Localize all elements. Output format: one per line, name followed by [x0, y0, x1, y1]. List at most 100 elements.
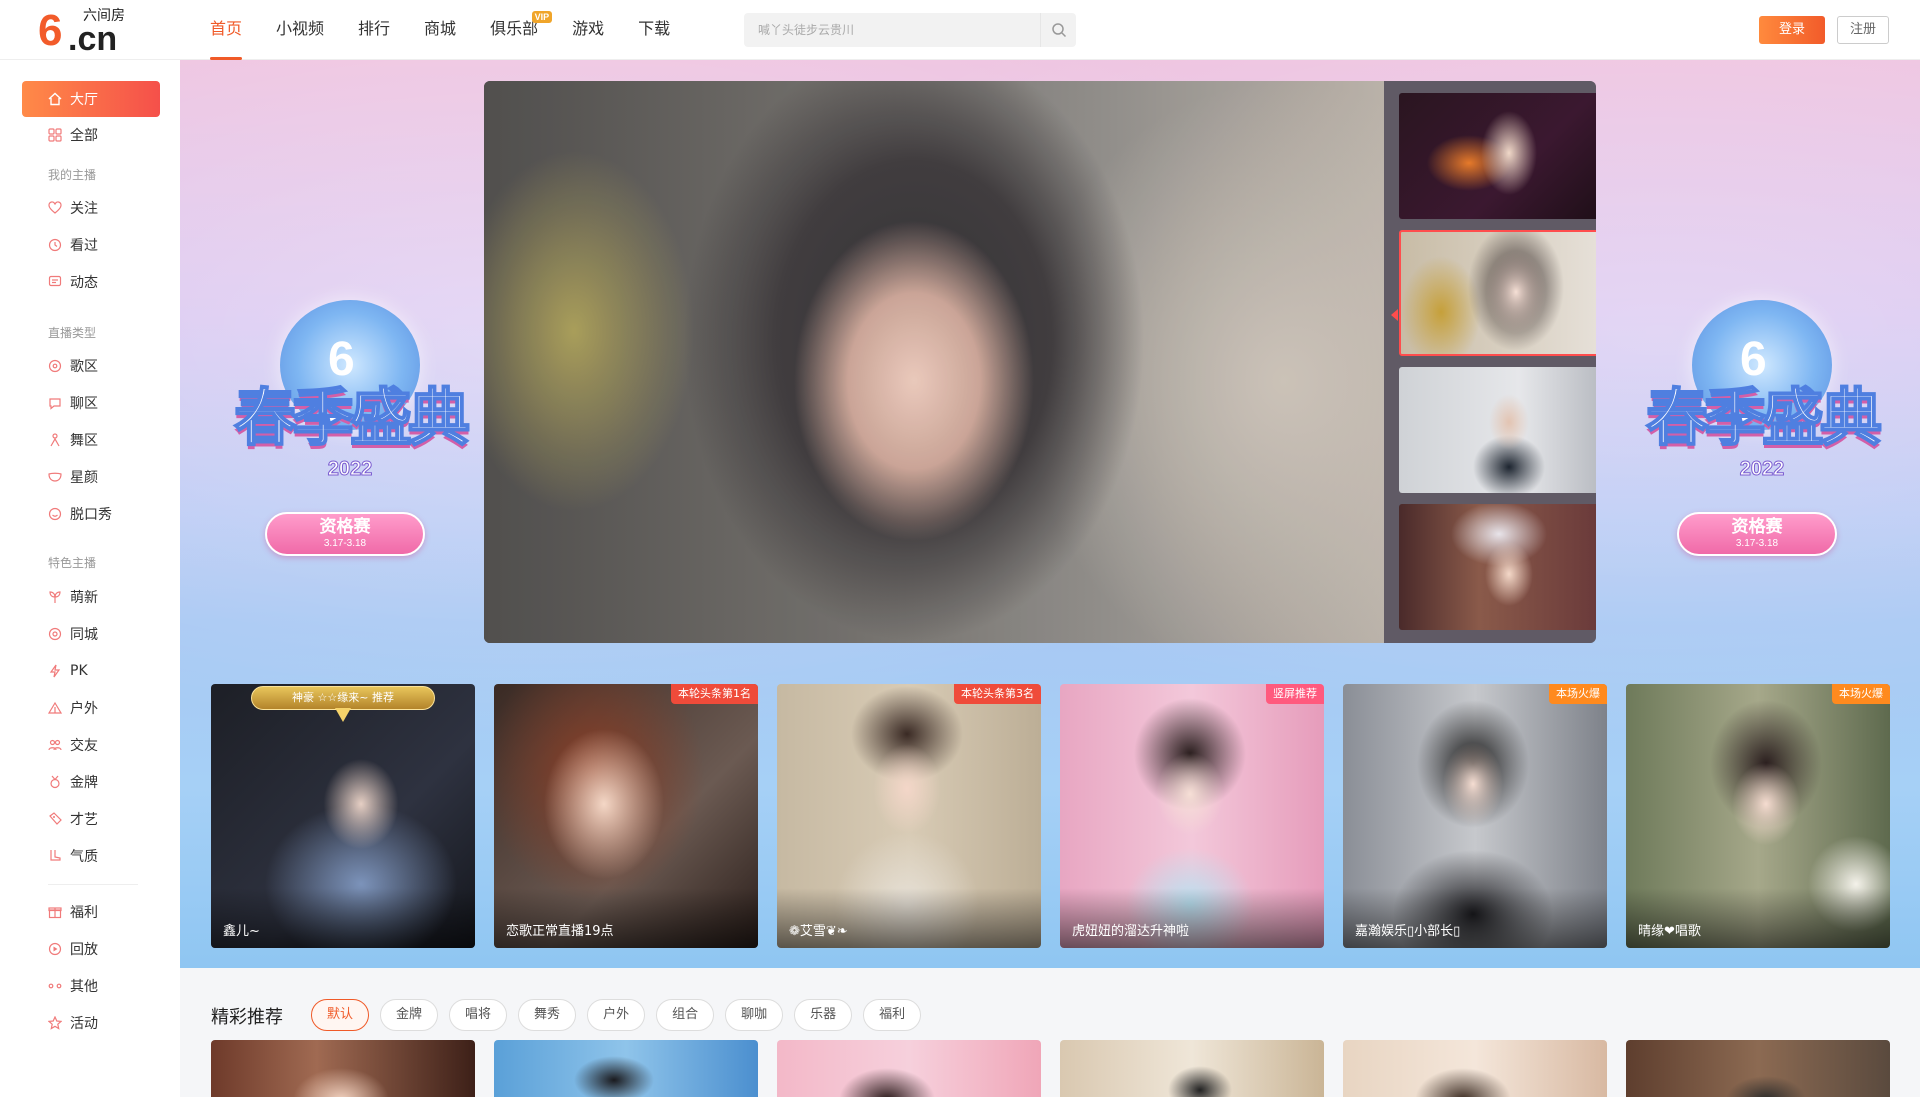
nav-ranking[interactable]: 排行: [358, 0, 390, 60]
search-button[interactable]: [1040, 13, 1076, 47]
clock-icon: [48, 238, 62, 252]
rank-tag: 本轮头条第1名: [671, 684, 758, 704]
card-name: 晴缘❤唱歌: [1638, 924, 1701, 939]
sidebar-item-events[interactable]: 活动: [22, 1005, 160, 1041]
more-icon: [48, 979, 62, 993]
recommended-card[interactable]: 本轮头条第1名 恋歌正常直播19点: [494, 684, 758, 948]
nav-home[interactable]: 首页: [210, 0, 243, 60]
event-stage-pill: 资格赛 3.17-3.18: [1677, 512, 1837, 556]
search-input[interactable]: [744, 13, 1039, 47]
recommended-card[interactable]: 竖屏推荐 虎妞妞的溜达升神啦: [1060, 684, 1324, 948]
sidebar-item-other[interactable]: 其他: [22, 968, 160, 1004]
replay-icon: [48, 942, 62, 956]
sidebar-item-hall[interactable]: 大厅: [22, 81, 160, 117]
filter-chat[interactable]: 聊咖: [725, 999, 784, 1031]
sidebar-item-talkshow[interactable]: 脱口秀: [22, 496, 160, 532]
card-name: 虎妞妞的溜达升神啦: [1072, 924, 1190, 939]
home-icon: [48, 92, 62, 106]
event-dates: 3.17-3.18: [323, 538, 367, 549]
filter-gold[interactable]: 金牌: [380, 999, 439, 1031]
filter-instrument[interactable]: 乐器: [794, 999, 853, 1031]
chat-icon: [48, 396, 62, 410]
search-icon: [1051, 23, 1066, 38]
sidebar-item-welfare[interactable]: 福利: [22, 894, 160, 930]
logo-mark: 6: [38, 6, 63, 55]
event-logo-right[interactable]: 6 春季盛典 2022 资格赛 3.17-3.18: [1622, 290, 1902, 580]
featured-card[interactable]: [494, 1040, 758, 1097]
card-name: 鑫儿~: [223, 924, 260, 939]
location-icon: [48, 627, 62, 641]
sidebar-group-live-types: 直播类型: [48, 326, 97, 340]
heart-icon: [48, 201, 62, 215]
smile-icon: [48, 507, 62, 521]
nav-club[interactable]: 俱乐部 VIP: [490, 0, 553, 60]
featured-card[interactable]: [1060, 1040, 1324, 1097]
player-thumbnail-list: [1384, 81, 1596, 643]
medal-icon: [48, 775, 62, 789]
video-overlay: [484, 81, 1384, 643]
recommended-card[interactable]: 神豪 ☆☆缘来~ 推荐 鑫儿~: [211, 684, 475, 948]
sidebar-item-local[interactable]: 同城: [22, 616, 160, 652]
event-year: 2022: [1739, 458, 1785, 481]
filter-outdoor[interactable]: 户外: [587, 999, 646, 1031]
nav-short-video[interactable]: 小视频: [276, 0, 324, 60]
sidebar-item-temperament[interactable]: 气质: [22, 838, 160, 874]
event-year: 2022: [327, 458, 373, 481]
recommended-card[interactable]: 本场火爆 晴缘❤唱歌: [1626, 684, 1890, 948]
mask-icon: [48, 470, 62, 484]
register-button[interactable]: 注册: [1837, 16, 1889, 44]
sidebar-item-watched[interactable]: 看过: [22, 227, 160, 263]
sidebar-item-friends[interactable]: 交友: [22, 727, 160, 763]
card-name: ❁艾雪❦❧: [789, 924, 848, 939]
card-shade: [777, 888, 1041, 948]
lightning-icon: [48, 664, 62, 678]
event-logo-left[interactable]: 6 春季盛典 2022 资格赛 3.17-3.18: [210, 290, 490, 580]
card-shade: [494, 888, 758, 948]
hero-banner: 6 春季盛典 2022 资格赛 3.17-3.18 6 春季盛典 2022 资格…: [180, 60, 1920, 968]
recommended-card[interactable]: 本场火爆 嘉瀚娱乐▯小部长▯: [1343, 684, 1607, 948]
featured-card[interactable]: [211, 1040, 475, 1097]
nav-download[interactable]: 下载: [638, 0, 670, 60]
sidebar-item-chat[interactable]: 聊区: [22, 385, 160, 421]
nav-games[interactable]: 游戏: [572, 0, 604, 60]
sidebar-item-song[interactable]: 歌区: [22, 348, 160, 384]
tent-icon: [48, 701, 62, 715]
sidebar-item-outdoor[interactable]: 户外: [22, 690, 160, 726]
sidebar-item-all[interactable]: 全部: [22, 117, 160, 153]
filter-dance[interactable]: 舞秀: [518, 999, 577, 1031]
player-thumbnail[interactable]: [1399, 93, 1596, 219]
player-thumbnail[interactable]: [1399, 367, 1596, 493]
logo-domain: .cn: [68, 20, 118, 58]
featured-card[interactable]: [1626, 1040, 1890, 1097]
nav-mall[interactable]: 商城: [424, 0, 456, 60]
featured-card[interactable]: [777, 1040, 1041, 1097]
filter-group[interactable]: 组合: [656, 999, 715, 1031]
filter-default[interactable]: 默认: [311, 999, 370, 1031]
music-icon: [48, 359, 62, 373]
site-logo[interactable]: 6 六间房 .cn: [38, 6, 138, 58]
player-thumbnail-active[interactable]: [1399, 230, 1596, 356]
card-shade: [211, 888, 475, 948]
sidebar-item-beauty[interactable]: 星颜: [22, 459, 160, 495]
recommended-card[interactable]: 本轮头条第3名 ❁艾雪❦❧: [777, 684, 1041, 948]
featured-title: 精彩推荐: [211, 1007, 283, 1028]
sidebar-item-newbie[interactable]: 萌新: [22, 579, 160, 615]
crown-label: 神豪 ☆☆缘来~ 推荐: [251, 686, 435, 710]
player-thumbnail[interactable]: [1399, 504, 1596, 630]
sidebar-item-feed[interactable]: 动态: [22, 264, 160, 300]
featured-filters: 默认 金牌 唱将 舞秀 户外 组合 聊咖 乐器 福利: [311, 999, 932, 1031]
sidebar-item-talent[interactable]: 才艺: [22, 801, 160, 837]
login-button[interactable]: 登录: [1759, 16, 1825, 44]
sidebar-item-gold[interactable]: 金牌: [22, 764, 160, 800]
sidebar-item-dance[interactable]: 舞区: [22, 422, 160, 458]
filter-welfare[interactable]: 福利: [863, 999, 922, 1031]
sidebar-item-follow[interactable]: 关注: [22, 190, 160, 226]
sidebar-item-replay[interactable]: 回放: [22, 931, 160, 967]
crown-banner: 神豪 ☆☆缘来~ 推荐: [251, 684, 435, 722]
event-title: 春季盛典: [1645, 381, 1883, 455]
filter-singer[interactable]: 唱将: [449, 999, 508, 1031]
sidebar-item-pk[interactable]: PK: [22, 653, 160, 689]
dance-icon: [48, 433, 62, 447]
featured-card[interactable]: [1343, 1040, 1607, 1097]
sidebar-group-featured: 特色主播: [48, 556, 97, 570]
